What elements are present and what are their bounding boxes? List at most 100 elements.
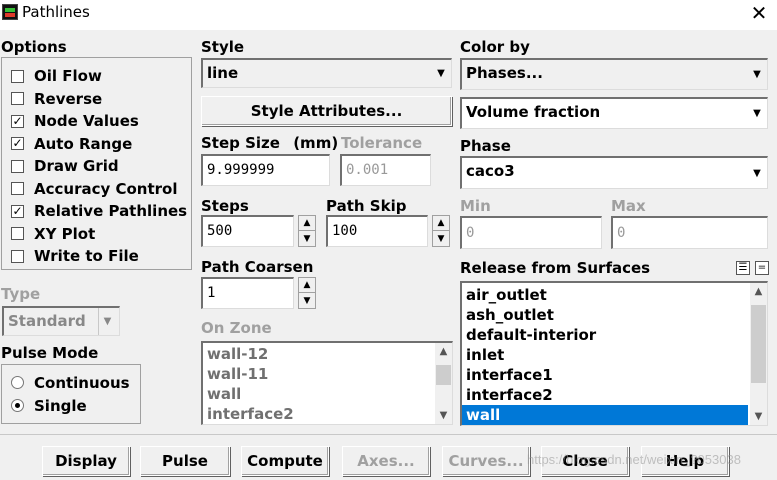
- spin-up-icon[interactable]: ▲: [433, 216, 449, 231]
- step-size-unit: (mm): [293, 134, 339, 152]
- tolerance-label: Tolerance: [341, 134, 423, 152]
- chevron-down-icon: ▼: [437, 68, 445, 79]
- option-label: Write to File: [34, 247, 139, 266]
- chevron-down-icon: ▼: [753, 167, 761, 179]
- options-label: Options: [1, 38, 67, 56]
- checkbox[interactable]: [11, 182, 24, 196]
- scroll-down-icon[interactable]: ▼: [435, 407, 452, 424]
- compute-button[interactable]: Compute: [241, 446, 329, 476]
- option-label: Draw Grid: [34, 157, 119, 176]
- option-checkbox-row[interactable]: Write to File: [11, 245, 191, 268]
- scroll-thumb[interactable]: [436, 365, 451, 385]
- pulse-mode-option-label: Single: [34, 396, 87, 415]
- scroll-down-icon[interactable]: ▼: [750, 408, 767, 425]
- release-surface-item[interactable]: wall: [462, 405, 748, 425]
- option-checkbox-row[interactable]: XY Plot: [11, 223, 191, 246]
- curves-button[interactable]: Curves...: [442, 446, 530, 476]
- chevron-down-icon: ▼: [753, 108, 761, 119]
- path-coarsen-stepper[interactable]: ▲ ▼: [298, 277, 316, 309]
- pulse-mode-radio-row[interactable]: Continuous: [11, 371, 141, 394]
- on-zone-item[interactable]: wall: [203, 384, 452, 404]
- color-by-value: Phases...: [466, 64, 543, 82]
- options-list: Oil Flow Reverse ✓ Node Values ✓ Auto Range Dr…: [11, 65, 191, 268]
- option-checkbox-row[interactable]: ✓ Auto Range: [11, 133, 191, 156]
- on-zone-label: On Zone: [201, 319, 272, 337]
- scroll-up-icon[interactable]: ▲: [435, 343, 452, 360]
- steps-input[interactable]: 500: [201, 215, 294, 247]
- release-surface-item[interactable]: default-interior: [462, 325, 748, 345]
- on-zone-item[interactable]: wall-12: [203, 344, 452, 364]
- release-surface-item[interactable]: air_outlet: [462, 285, 748, 305]
- display-button[interactable]: Display: [42, 446, 130, 476]
- checkbox[interactable]: [11, 227, 24, 241]
- style-label: Style: [201, 38, 245, 56]
- option-checkbox-row[interactable]: Accuracy Control: [11, 178, 191, 201]
- on-zone-scrollbar[interactable]: ▲ ▼: [435, 343, 452, 424]
- watermark: https://blog.csdn.net/weixin_?053038: [527, 452, 741, 467]
- max-input[interactable]: 0: [611, 216, 768, 249]
- on-zone-item[interactable]: interface2: [203, 404, 452, 424]
- path-coarsen-input[interactable]: 1: [201, 277, 294, 309]
- style-attributes-button[interactable]: Style Attributes...: [201, 96, 452, 126]
- release-surface-item[interactable]: interface2: [462, 385, 748, 405]
- option-checkbox-row[interactable]: Reverse: [11, 88, 191, 111]
- checkbox[interactable]: ✓: [11, 204, 24, 218]
- tolerance-input[interactable]: 0.001: [340, 154, 431, 186]
- max-label: Max: [611, 197, 646, 215]
- checkbox[interactable]: [11, 159, 24, 173]
- path-skip-stepper[interactable]: ▲ ▼: [432, 215, 450, 247]
- on-zone-item[interactable]: wall-11: [203, 364, 452, 384]
- option-checkbox-row[interactable]: ✓ Relative Pathlines: [11, 200, 191, 223]
- spin-down-icon[interactable]: ▼: [299, 293, 315, 308]
- checkbox[interactable]: [11, 69, 24, 83]
- option-label: Relative Pathlines: [34, 202, 188, 221]
- option-label: Accuracy Control: [34, 179, 178, 198]
- scroll-thumb[interactable]: [751, 305, 766, 383]
- scroll-up-icon[interactable]: ▲: [750, 283, 767, 300]
- phase-label: Phase: [460, 137, 511, 155]
- checkbox[interactable]: ✓: [11, 137, 24, 151]
- axes-button[interactable]: Axes...: [342, 446, 430, 476]
- spin-down-icon[interactable]: ▼: [299, 231, 315, 246]
- release-label: Release from Surfaces: [460, 259, 651, 277]
- release-surface-item[interactable]: interface1: [462, 365, 748, 385]
- color-by-dropdown[interactable]: Phases... ▼: [460, 58, 768, 90]
- min-input[interactable]: 0: [460, 216, 602, 249]
- checkbox[interactable]: [11, 249, 24, 263]
- path-skip-input[interactable]: 100: [326, 215, 428, 247]
- step-size-input[interactable]: 9.999999: [201, 154, 330, 186]
- radio-button[interactable]: [11, 376, 24, 389]
- step-size-label-group: Step Size (mm): [201, 134, 338, 152]
- spin-up-icon[interactable]: ▲: [299, 278, 315, 293]
- pulse-button[interactable]: Pulse: [140, 446, 230, 476]
- style-dropdown[interactable]: line ▼: [201, 58, 452, 88]
- phase-value: caco3: [466, 162, 515, 180]
- option-checkbox-row[interactable]: ✓ Node Values: [11, 110, 191, 133]
- color-by-sub-value: Volume fraction: [466, 103, 601, 121]
- select-all-icon[interactable]: ☰: [736, 261, 750, 275]
- option-label: Oil Flow: [34, 67, 102, 86]
- checkbox[interactable]: ✓: [11, 114, 24, 128]
- color-by-label: Color by: [460, 38, 530, 56]
- pulse-mode-radio-row[interactable]: Single: [11, 394, 141, 417]
- window-title: Pathlines: [22, 3, 90, 21]
- release-surface-item[interactable]: inlet: [462, 345, 748, 365]
- type-dropdown[interactable]: Standard ▼: [2, 306, 120, 336]
- color-by-sub-dropdown[interactable]: Volume fraction ▼: [460, 97, 768, 129]
- checkbox[interactable]: [11, 92, 24, 106]
- phase-dropdown[interactable]: caco3 ▼: [460, 156, 768, 189]
- spin-down-icon[interactable]: ▼: [433, 231, 449, 246]
- release-scrollbar[interactable]: ▲ ▼: [750, 283, 767, 425]
- option-checkbox-row[interactable]: Draw Grid: [11, 155, 191, 178]
- on-zone-list[interactable]: wall-12 wall-11 wall interface2 ▲ ▼: [201, 341, 453, 425]
- option-checkbox-row[interactable]: Oil Flow: [11, 65, 191, 88]
- spin-up-icon[interactable]: ▲: [299, 216, 315, 231]
- close-icon[interactable]: ✕: [748, 2, 770, 24]
- min-label: Min: [460, 197, 491, 215]
- steps-stepper[interactable]: ▲ ▼: [298, 215, 316, 247]
- release-surfaces-list[interactable]: air_outlet ash_outlet default-interior inle…: [460, 281, 768, 426]
- deselect-all-icon[interactable]: =: [755, 261, 769, 275]
- release-surface-item[interactable]: ash_outlet: [462, 305, 748, 325]
- radio-button[interactable]: [11, 399, 24, 412]
- title-bar: [0, 0, 777, 30]
